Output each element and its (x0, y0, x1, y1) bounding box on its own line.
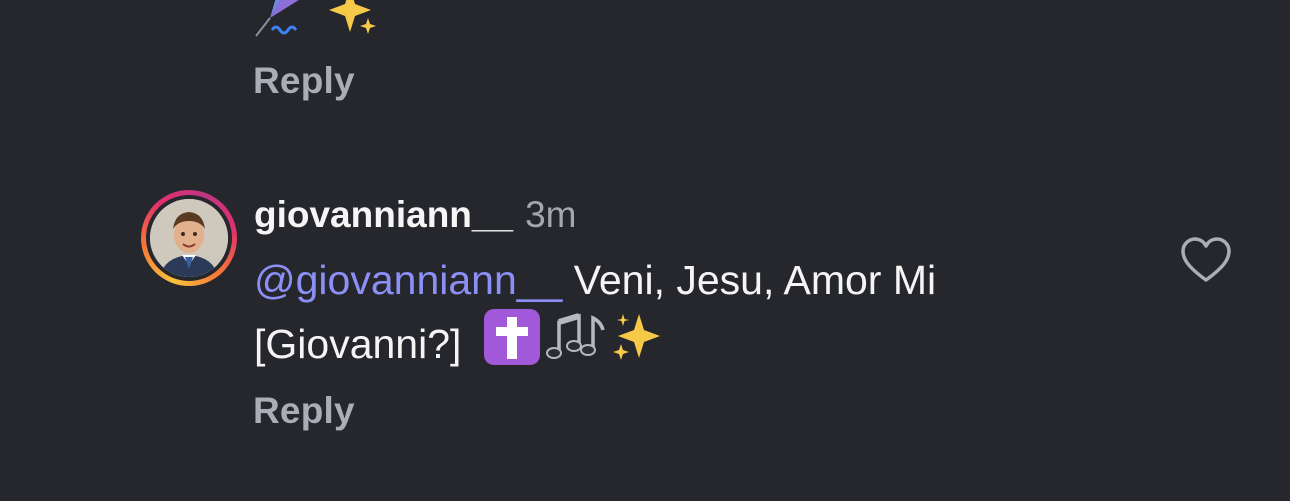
comment-header: giovanniann__ 3m (254, 190, 576, 240)
reply-button[interactable]: Reply (253, 60, 355, 102)
latin-cross-icon (483, 308, 541, 366)
username[interactable]: giovanniann__ (254, 194, 513, 235)
like-heart-icon[interactable] (1180, 236, 1232, 284)
mention-link[interactable]: @giovanniann__ (254, 257, 562, 303)
previous-comment-emojis (252, 0, 378, 38)
avatar-story-ring[interactable] (141, 190, 237, 286)
musical-notes-icon (545, 308, 607, 366)
reply-button[interactable]: Reply (253, 390, 355, 432)
timestamp: 3m (525, 194, 577, 235)
kite-icon (252, 0, 306, 38)
comments-panel: Reply giovanniann__ 3m @giovanniann__ Ven… (0, 0, 1290, 501)
comment-text: @giovanniann__ Veni, Jesu, Amor Mi [Giov… (254, 252, 1134, 372)
sparkles-icon (609, 310, 665, 366)
avatar (150, 199, 228, 277)
sparkles-icon (326, 0, 378, 38)
